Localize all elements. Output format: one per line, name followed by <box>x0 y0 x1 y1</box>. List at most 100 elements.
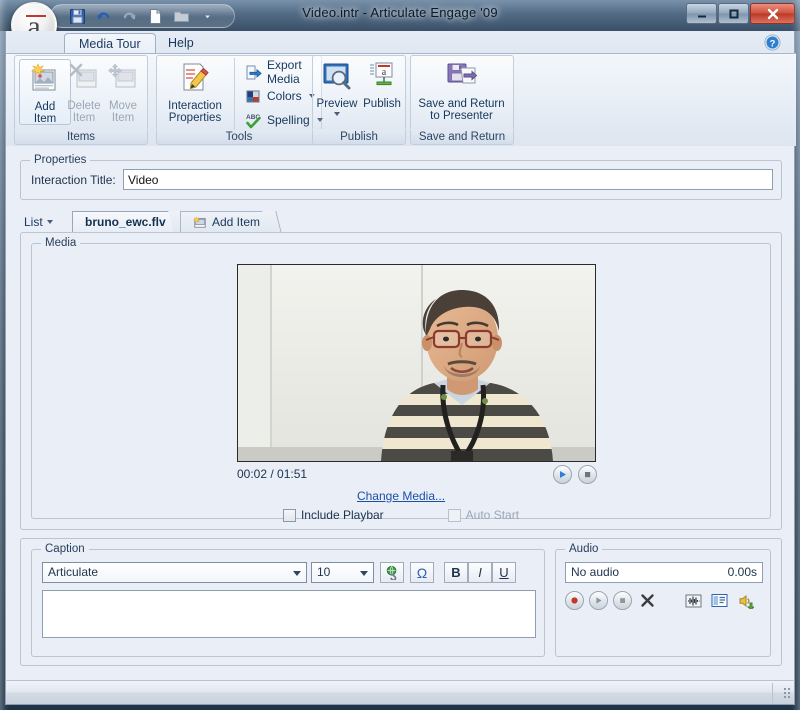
media-legend: Media <box>41 237 81 249</box>
tab-edge <box>262 211 282 233</box>
font-family-select[interactable]: Articulate <box>42 562 307 583</box>
maximize-button[interactable] <box>718 3 749 24</box>
move-item-icon <box>107 61 139 97</box>
undo-icon[interactable] <box>93 6 114 27</box>
caption-group: Caption Articulate 10 Ω B I U <box>31 543 545 657</box>
audio-legend: Audio <box>565 543 603 555</box>
list-label: List <box>24 215 43 229</box>
record-audio-button[interactable] <box>565 591 584 610</box>
audio-status-text: No audio <box>571 565 620 579</box>
move-item-button[interactable]: Move Item <box>97 59 149 125</box>
stop-button[interactable] <box>578 465 597 484</box>
play-audio-button[interactable] <box>589 591 608 610</box>
quick-access-toolbar <box>50 4 235 28</box>
include-playbar-checkbox[interactable]: Include Playbar <box>282 508 384 522</box>
ribbon-group-tools: Interaction Properties Export Media Colo… <box>156 55 323 146</box>
ribbon-body: Add Item Delete Item Move Item Items Int… <box>6 53 796 146</box>
client-area: Properties Interaction Title: List bruno… <box>5 146 795 680</box>
move-item-label: Move Item <box>108 99 138 125</box>
svg-text:a: a <box>382 67 387 78</box>
hyperlink-button[interactable] <box>380 562 404 583</box>
redo-icon <box>119 6 140 27</box>
chevron-down-icon <box>360 571 368 576</box>
media-time-display: 00:02 / 01:51 <box>237 467 308 481</box>
video-preview[interactable] <box>237 264 596 462</box>
export-media-icon <box>245 64 262 81</box>
change-media-link[interactable]: Change Media... <box>32 489 770 503</box>
symbol-button[interactable]: Ω <box>410 562 434 583</box>
interaction-title-input[interactable] <box>123 169 773 190</box>
help-icon[interactable]: ? <box>764 34 781 51</box>
save-and-return-label: Save and Return to Presenter <box>418 97 505 123</box>
caption-legend: Caption <box>41 543 89 555</box>
font-size-select[interactable]: 10 <box>311 562 374 583</box>
save-icon[interactable] <box>67 6 88 27</box>
chevron-down-icon <box>334 112 340 116</box>
omega-symbol-icon: Ω <box>416 564 428 581</box>
item-tab-add-item[interactable]: Add Item <box>180 211 282 233</box>
colors-label: Colors <box>267 89 302 103</box>
media-options: Include Playbar Auto Start <box>32 508 770 522</box>
chevron-down-icon <box>46 220 53 224</box>
bottom-panel: Caption Articulate 10 Ω B I U Audio No a… <box>20 538 782 666</box>
ribbon-group-publish: Preview a Publish Publish <box>312 55 406 146</box>
include-playbar-label: Include Playbar <box>300 508 384 522</box>
italic-button[interactable]: I <box>468 562 492 583</box>
audio-properties-button[interactable] <box>709 591 729 610</box>
hyperlink-icon <box>385 565 400 580</box>
tab-media-tour[interactable]: Media Tour <box>64 33 156 54</box>
add-item-small-icon <box>193 215 207 229</box>
delete-item-icon <box>68 61 100 97</box>
media-group: Media 00:02 / 01:51 Change Media... Incl… <box>31 237 771 522</box>
status-bar <box>5 680 795 705</box>
underline-button[interactable]: U <box>492 562 516 583</box>
orb-accent-bar <box>26 15 46 17</box>
auto-start-label: Auto Start <box>465 508 520 522</box>
item-tab-label: bruno_ewc.flv <box>85 215 166 229</box>
save-return-icon <box>446 61 478 95</box>
checkbox-box <box>282 508 296 522</box>
add-item-icon <box>29 62 61 98</box>
caption-text-area[interactable] <box>42 590 536 638</box>
preview-icon <box>322 61 352 95</box>
chevron-down-icon <box>293 571 301 576</box>
font-size-value: 10 <box>317 565 331 579</box>
resize-grip[interactable] <box>772 683 792 703</box>
interaction-properties-label: Interaction Properties <box>168 99 222 125</box>
checkbox-box <box>447 508 461 522</box>
tab-help[interactable]: Help <box>154 33 208 54</box>
font-family-value: Articulate <box>48 565 99 579</box>
interaction-properties-icon <box>179 61 211 97</box>
preview-label: Preview <box>316 97 358 110</box>
delete-audio-button[interactable] <box>637 591 657 610</box>
item-tab-bruno-ewc-flv[interactable]: bruno_ewc.flv <box>72 211 188 233</box>
underline-label: U <box>499 565 509 580</box>
stop-audio-button[interactable] <box>613 591 632 610</box>
publish-button[interactable]: a Publish <box>360 59 404 125</box>
open-folder-icon <box>171 6 192 27</box>
edit-audio-button[interactable] <box>683 591 703 610</box>
properties-legend: Properties <box>30 154 91 166</box>
list-dropdown-button[interactable]: List <box>24 213 53 231</box>
interaction-title-label: Interaction Title: <box>31 173 116 187</box>
spelling-icon: ABC <box>245 112 262 129</box>
import-audio-button[interactable] <box>735 591 755 610</box>
audio-group: Audio No audio 0.00s <box>555 543 771 657</box>
item-tab-strip: List bruno_ewc.flv Add Item <box>20 210 782 233</box>
export-media-button[interactable]: Export Media <box>242 58 322 86</box>
minimize-button[interactable] <box>686 3 717 24</box>
auto-start-checkbox[interactable]: Auto Start <box>447 508 520 522</box>
group-items-label: Items <box>14 130 148 145</box>
play-button[interactable] <box>553 465 572 484</box>
ribbon-tab-strip: Media Tour Help ? <box>6 31 796 54</box>
colors-button[interactable]: Colors <box>242 85 318 107</box>
bold-button[interactable]: B <box>444 562 468 583</box>
svg-text:?: ? <box>770 38 776 49</box>
interaction-properties-button[interactable]: Interaction Properties <box>162 59 228 125</box>
customize-qat-icon[interactable] <box>197 6 218 27</box>
save-and-return-button[interactable]: Save and Return to Presenter <box>414 59 509 125</box>
preview-button[interactable]: Preview <box>314 59 360 125</box>
new-icon[interactable] <box>145 6 166 27</box>
title-bar[interactable]: Video.intr - Articulate Engage '09 a <box>0 0 800 48</box>
close-button[interactable] <box>750 3 795 24</box>
